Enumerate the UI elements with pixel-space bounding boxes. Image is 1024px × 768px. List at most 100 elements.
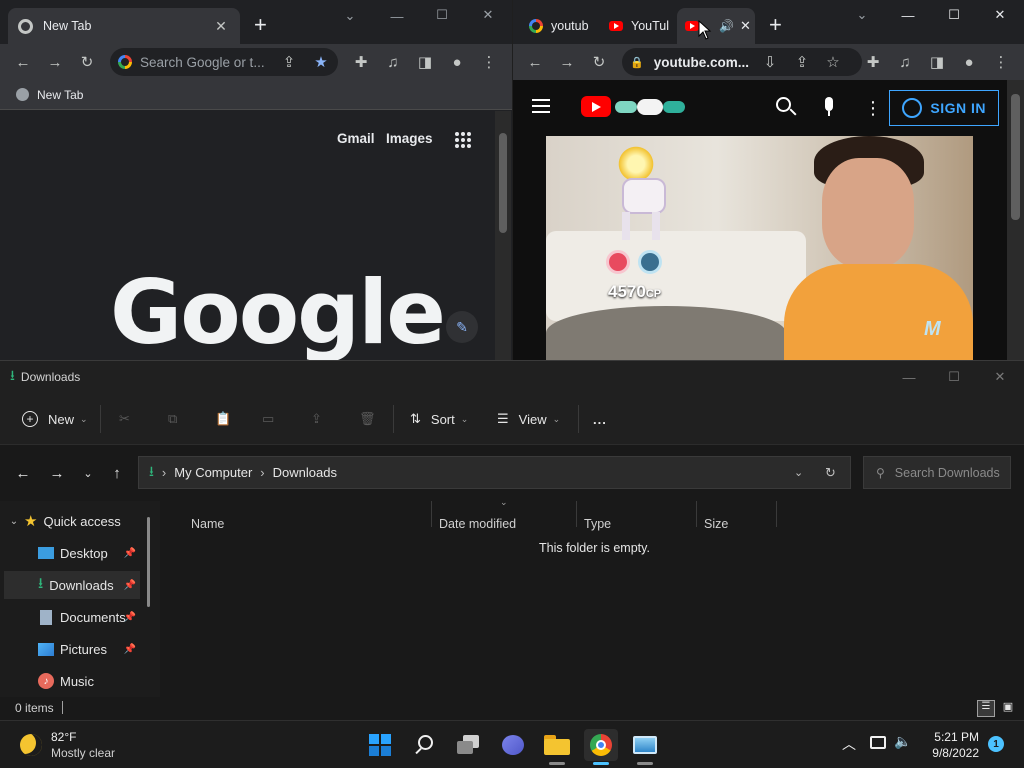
close-tab-icon[interactable]: ✕	[212, 18, 230, 35]
nav-quick-access[interactable]: ⌄ ★ Quick access	[4, 507, 140, 535]
nav-scrollbar[interactable]	[147, 517, 150, 607]
minimize-button[interactable]: —	[382, 4, 412, 28]
tab-youtube[interactable]: YouTul	[601, 8, 679, 44]
profile-icon[interactable]: ●	[446, 51, 468, 73]
address-history-chevron-icon[interactable]: ⌄	[794, 466, 803, 479]
audio-playing-icon[interactable]: 🔊	[719, 19, 734, 33]
pin-icon[interactable]: 📌	[124, 644, 136, 655]
delete-icon[interactable]: 🗑	[359, 407, 376, 431]
microphone-icon[interactable]	[822, 97, 836, 119]
share-icon[interactable]: ⇪	[311, 407, 322, 431]
close-window-button[interactable]: ✕	[985, 3, 1015, 27]
tab-youtube-search[interactable]: youtub	[521, 8, 599, 44]
pin-icon[interactable]: 📌	[124, 580, 136, 591]
nav-downloads[interactable]: ⭳ Downloads 📌	[4, 571, 140, 599]
tab-search-icon[interactable]: ⌄	[335, 4, 365, 28]
start-button[interactable]	[363, 729, 397, 761]
up-icon[interactable]: ↑	[106, 462, 128, 484]
column-divider[interactable]	[576, 501, 577, 527]
close-window-button[interactable]: ✕	[473, 3, 503, 27]
install-app-icon[interactable]: ⇩	[759, 51, 781, 73]
forward-icon[interactable]: →	[556, 51, 578, 73]
reload-icon[interactable]: ↻	[588, 51, 610, 73]
column-size[interactable]: Size	[704, 517, 728, 535]
notification-badge[interactable]: 1	[988, 736, 1004, 752]
address-bar[interactable]: ⭳ › My Computer › Downloads ⌄ ↻	[138, 456, 851, 489]
sort-button[interactable]: ⇅ Sort ⌄	[410, 407, 468, 431]
pin-icon[interactable]: 📌	[124, 548, 136, 559]
recent-locations-icon[interactable]: ⌄	[77, 462, 99, 484]
column-date-modified[interactable]: Date modified	[439, 517, 516, 535]
nav-pictures[interactable]: Pictures 📌	[4, 635, 140, 663]
network-icon[interactable]	[870, 736, 886, 749]
scrollbar[interactable]	[495, 111, 511, 360]
extensions-icon[interactable]: ✚	[350, 51, 372, 73]
gmail-link[interactable]: Gmail	[337, 131, 375, 146]
apps-grid-icon[interactable]	[455, 132, 471, 148]
pin-icon[interactable]: 📌	[124, 612, 136, 623]
back-icon[interactable]: ←	[524, 51, 546, 73]
tab-youtube-active[interactable]: 🔊 ✕	[677, 8, 755, 44]
search-icon[interactable]	[776, 97, 798, 119]
close-window-button[interactable]: ✕	[985, 365, 1015, 389]
column-divider[interactable]	[696, 501, 697, 527]
column-name[interactable]: Name	[191, 517, 224, 535]
tab-search-icon[interactable]: ⌄	[847, 3, 877, 27]
task-view-button[interactable]	[452, 729, 486, 761]
details-view-icon[interactable]: ☰	[977, 700, 995, 717]
clock[interactable]: 5:21 PM 9/8/2022	[925, 729, 979, 761]
new-tab-button[interactable]: +	[769, 14, 782, 36]
search-input[interactable]: ⚲ Search Downloads	[863, 456, 1011, 489]
volume-icon[interactable]: 🔈	[894, 733, 911, 750]
column-divider[interactable]	[431, 501, 432, 527]
nav-music[interactable]: ♪ Music	[4, 667, 140, 695]
lock-icon[interactable]: 🔒	[630, 56, 644, 69]
omnibox[interactable]: Search Google or t...	[110, 48, 338, 76]
extensions-icon[interactable]: ✚	[862, 51, 884, 73]
view-button[interactable]: ☰ View ⌄	[497, 407, 560, 431]
forward-icon[interactable]: →	[46, 462, 68, 484]
breadcrumb-my-computer[interactable]: My Computer	[174, 465, 252, 480]
minimize-button[interactable]: —	[893, 3, 923, 27]
tab-new-tab[interactable]: New Tab ✕	[8, 8, 240, 44]
hamburger-menu-icon[interactable]	[532, 99, 550, 113]
side-panel-icon[interactable]: ◨	[926, 51, 948, 73]
bookmark-new-tab[interactable]: New Tab	[37, 88, 83, 102]
refresh-icon[interactable]: ↻	[825, 465, 836, 481]
maximize-button[interactable]: ☐	[427, 3, 457, 27]
reload-icon[interactable]: ↻	[76, 51, 98, 73]
customize-pencil-icon[interactable]: ✎	[446, 311, 478, 343]
settings-more-icon[interactable]: ⋮	[864, 98, 882, 119]
column-type[interactable]: Type	[584, 517, 611, 535]
menu-icon[interactable]: ⋮	[990, 51, 1012, 73]
youtube-logo-icon[interactable]	[581, 96, 611, 117]
paste-icon[interactable]: 📋	[215, 407, 231, 431]
media-control-icon[interactable]: ♫	[382, 51, 404, 73]
profile-icon[interactable]: ●	[958, 51, 980, 73]
images-link[interactable]: Images	[386, 131, 433, 146]
share-icon[interactable]: ⇪	[791, 51, 813, 73]
cut-icon[interactable]: ✂	[119, 407, 130, 431]
side-panel-icon[interactable]: ◨	[414, 51, 436, 73]
control-panel-taskbar-button[interactable]	[628, 729, 662, 765]
minimize-button[interactable]: —	[894, 365, 924, 389]
maximize-button[interactable]: ☐	[939, 3, 969, 27]
new-tab-button[interactable]: +	[254, 14, 267, 36]
sign-in-button[interactable]: SIGN IN	[889, 90, 999, 126]
close-tab-icon[interactable]: ✕	[740, 18, 751, 34]
video-player[interactable]: 4570CP M	[546, 136, 973, 360]
copy-icon[interactable]: ⧉	[168, 407, 177, 431]
nav-documents[interactable]: Documents 📌	[4, 603, 140, 631]
share-icon[interactable]: ⇪	[278, 51, 300, 73]
rename-icon[interactable]: ▭	[262, 407, 274, 431]
maximize-button[interactable]: ☐	[939, 365, 969, 389]
nav-desktop[interactable]: Desktop 📌	[4, 539, 140, 567]
bookmark-star-icon[interactable]: ★	[310, 51, 332, 73]
back-icon[interactable]: ←	[12, 462, 34, 484]
forward-icon[interactable]: →	[44, 51, 66, 73]
tiles-view-icon[interactable]: ▣	[999, 700, 1017, 717]
more-options-button[interactable]: ...	[593, 407, 607, 431]
column-divider[interactable]	[776, 501, 777, 527]
search-button[interactable]	[408, 729, 442, 761]
bookmark-star-icon[interactable]: ☆	[822, 51, 844, 73]
